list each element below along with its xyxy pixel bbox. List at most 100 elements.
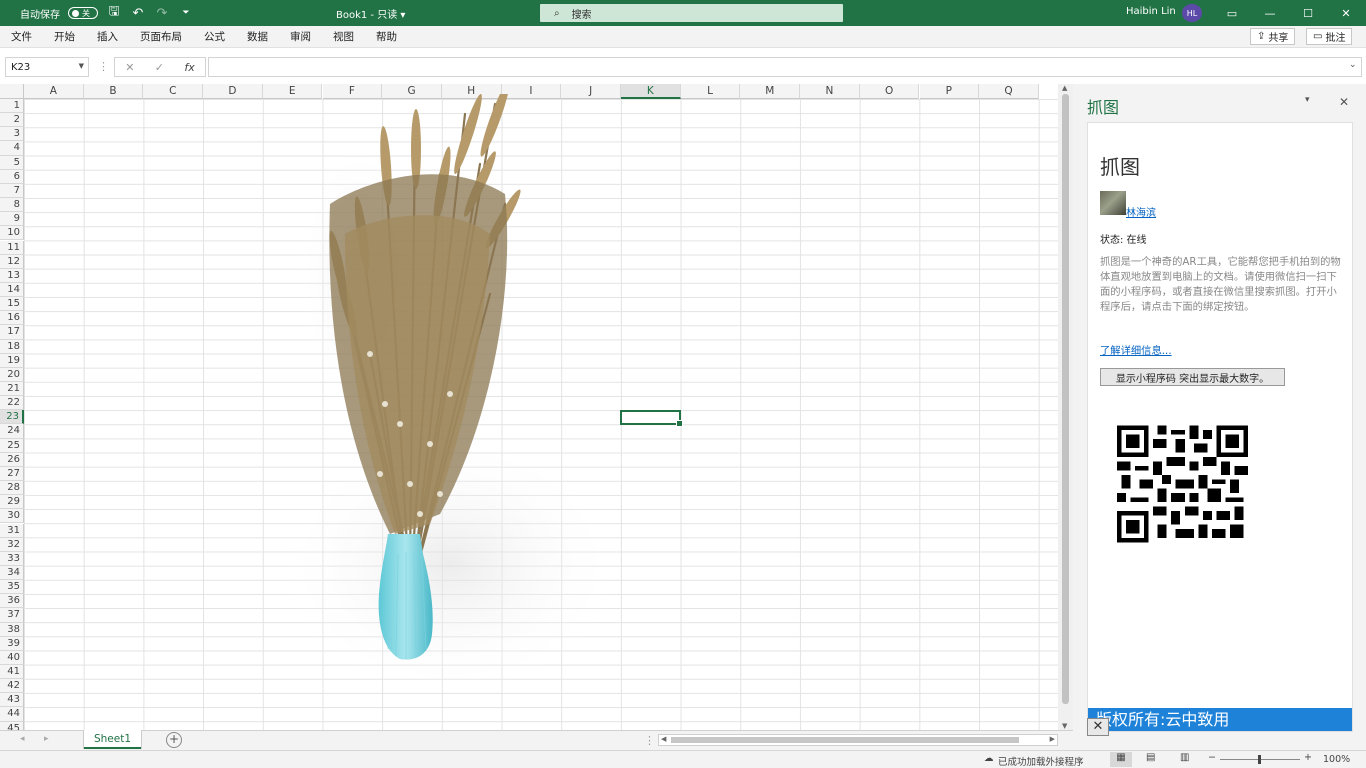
column-header-n[interactable]: N (800, 84, 860, 99)
tab-formulas[interactable]: 公式 (193, 26, 236, 48)
row-header-35[interactable]: 35 (0, 580, 24, 595)
maximize-icon[interactable]: ☐ (1290, 0, 1326, 26)
row-header-6[interactable]: 6 (0, 169, 24, 184)
row-header-14[interactable]: 14 (0, 282, 24, 298)
zoom-slider-thumb[interactable] (1258, 755, 1261, 764)
row-header-31[interactable]: 31 (0, 523, 24, 538)
chevron-down-icon[interactable]: ▼ (79, 62, 84, 70)
name-box[interactable]: K23 ▼ (5, 57, 89, 77)
autosave-toggle[interactable]: 关 (68, 7, 98, 19)
row-header-19[interactable]: 19 (0, 353, 24, 368)
row-header-2[interactable]: 2 (0, 113, 24, 128)
column-header-m[interactable]: M (740, 84, 801, 99)
row-header-28[interactable]: 28 (0, 481, 24, 496)
tab-data[interactable]: 数据 (236, 26, 279, 48)
scroll-up-icon[interactable]: ▲ (1062, 84, 1067, 92)
tab-review[interactable]: 审阅 (279, 26, 322, 48)
row-header-18[interactable]: 18 (0, 339, 24, 354)
horizontal-scroll-thumb[interactable] (671, 737, 1019, 743)
tab-split-handle-icon[interactable]: ⋮ (644, 734, 655, 747)
select-all-corner[interactable] (0, 84, 24, 99)
normal-view-icon[interactable]: ▦ (1110, 752, 1132, 767)
tab-help[interactable]: 帮助 (365, 26, 408, 48)
customize-qat-icon[interactable]: ⏷ (178, 5, 194, 21)
zoom-out-icon[interactable]: − (1208, 752, 1216, 763)
pane-options-icon[interactable]: ▾ (1305, 95, 1310, 105)
tab-page-layout[interactable]: 页面布局 (129, 26, 193, 48)
show-qr-button[interactable]: 显示小程序码 突出显示最大数字。 (1100, 368, 1285, 386)
column-header-o[interactable]: O (859, 84, 920, 99)
prev-sheet-icon[interactable]: ◂ (20, 734, 25, 744)
learn-more-link[interactable]: 了解详细信息... (1100, 342, 1172, 357)
column-header-p[interactable]: P (919, 84, 980, 99)
row-header-17[interactable]: 17 (0, 325, 24, 340)
redo-icon[interactable]: ↷ (154, 5, 170, 21)
close-button[interactable]: ✕ (1087, 718, 1109, 736)
row-header-37[interactable]: 37 (0, 608, 24, 623)
row-header-27[interactable]: 27 (0, 466, 24, 482)
insert-function-icon[interactable]: fx (184, 61, 194, 74)
share-button[interactable]: ⇪ 共享 (1250, 28, 1296, 45)
row-header-15[interactable]: 15 (0, 297, 24, 312)
enter-icon[interactable]: ✓ (155, 61, 164, 74)
column-header-c[interactable]: C (143, 84, 204, 99)
document-title[interactable]: Book1 - 只读 ▾ (336, 6, 405, 21)
row-header-43[interactable]: 43 (0, 693, 24, 708)
comments-button[interactable]: ▭ 批注 (1306, 28, 1353, 45)
column-header-l[interactable]: L (680, 84, 741, 99)
formula-input[interactable] (208, 57, 1362, 77)
row-header-12[interactable]: 12 (0, 254, 24, 269)
search-box[interactable]: ⌕ 搜索 (540, 4, 843, 22)
row-header-36[interactable]: 36 (0, 594, 24, 609)
pane-close-icon[interactable]: ✕ (1339, 95, 1349, 109)
row-header-16[interactable]: 16 (0, 311, 24, 326)
scroll-left-icon[interactable]: ◀ (661, 735, 666, 743)
user-link[interactable]: 林海滨 (1126, 204, 1156, 219)
row-header-5[interactable]: 5 (0, 155, 24, 170)
zoom-level[interactable]: 100% (1323, 754, 1350, 765)
sheet-tab-sheet1[interactable]: Sheet1 (84, 730, 141, 749)
row-header-8[interactable]: 8 (0, 198, 24, 213)
row-header-24[interactable]: 24 (0, 424, 24, 439)
page-break-view-icon[interactable]: ▥ (1180, 752, 1189, 763)
add-sheet-icon[interactable]: + (166, 732, 182, 748)
row-header-40[interactable]: 40 (0, 650, 24, 665)
scroll-right-icon[interactable]: ▶ (1050, 735, 1055, 743)
row-header-20[interactable]: 20 (0, 367, 24, 382)
tab-view[interactable]: 视图 (322, 26, 365, 48)
column-header-d[interactable]: D (203, 84, 263, 99)
row-header-26[interactable]: 26 (0, 452, 24, 467)
vertical-scroll-thumb[interactable] (1062, 94, 1069, 704)
next-sheet-icon[interactable]: ▸ (44, 734, 49, 744)
undo-icon[interactable]: ↶ (130, 5, 146, 21)
column-header-b[interactable]: B (83, 84, 144, 99)
row-header-41[interactable]: 41 (0, 665, 24, 680)
tab-file[interactable]: 文件 (0, 26, 43, 48)
ribbon-display-icon[interactable]: ▭ (1214, 0, 1250, 26)
row-header-4[interactable]: 4 (0, 141, 24, 156)
row-header-25[interactable]: 25 (0, 438, 24, 453)
embedded-image-vase-bouquet[interactable] (290, 94, 650, 704)
scroll-down-icon[interactable]: ▼ (1062, 722, 1067, 730)
row-header-21[interactable]: 21 (0, 382, 24, 397)
row-header-44[interactable]: 44 (0, 707, 24, 722)
row-header-38[interactable]: 38 (0, 622, 24, 637)
row-header-22[interactable]: 22 (0, 396, 24, 411)
page-layout-view-icon[interactable]: ▤ (1146, 752, 1155, 763)
row-header-3[interactable]: 3 (0, 127, 24, 142)
row-header-11[interactable]: 11 (0, 240, 24, 255)
row-header-23[interactable]: 23 (0, 410, 24, 425)
row-header-45[interactable]: 45 (0, 721, 24, 730)
column-header-q[interactable]: Q (979, 84, 1039, 99)
row-header-13[interactable]: 13 (0, 268, 24, 283)
row-header-29[interactable]: 29 (0, 495, 24, 510)
horizontal-scrollbar[interactable]: ◀ ▶ (658, 734, 1058, 746)
column-header-a[interactable]: A (24, 84, 84, 99)
tab-insert[interactable]: 插入 (86, 26, 129, 48)
row-header-33[interactable]: 33 (0, 551, 24, 566)
row-header-39[interactable]: 39 (0, 636, 24, 651)
row-header-34[interactable]: 34 (0, 565, 24, 581)
cancel-icon[interactable]: ✕ (125, 61, 134, 74)
tab-home[interactable]: 开始 (43, 26, 86, 48)
save-icon[interactable]: 🖫 (106, 4, 122, 21)
